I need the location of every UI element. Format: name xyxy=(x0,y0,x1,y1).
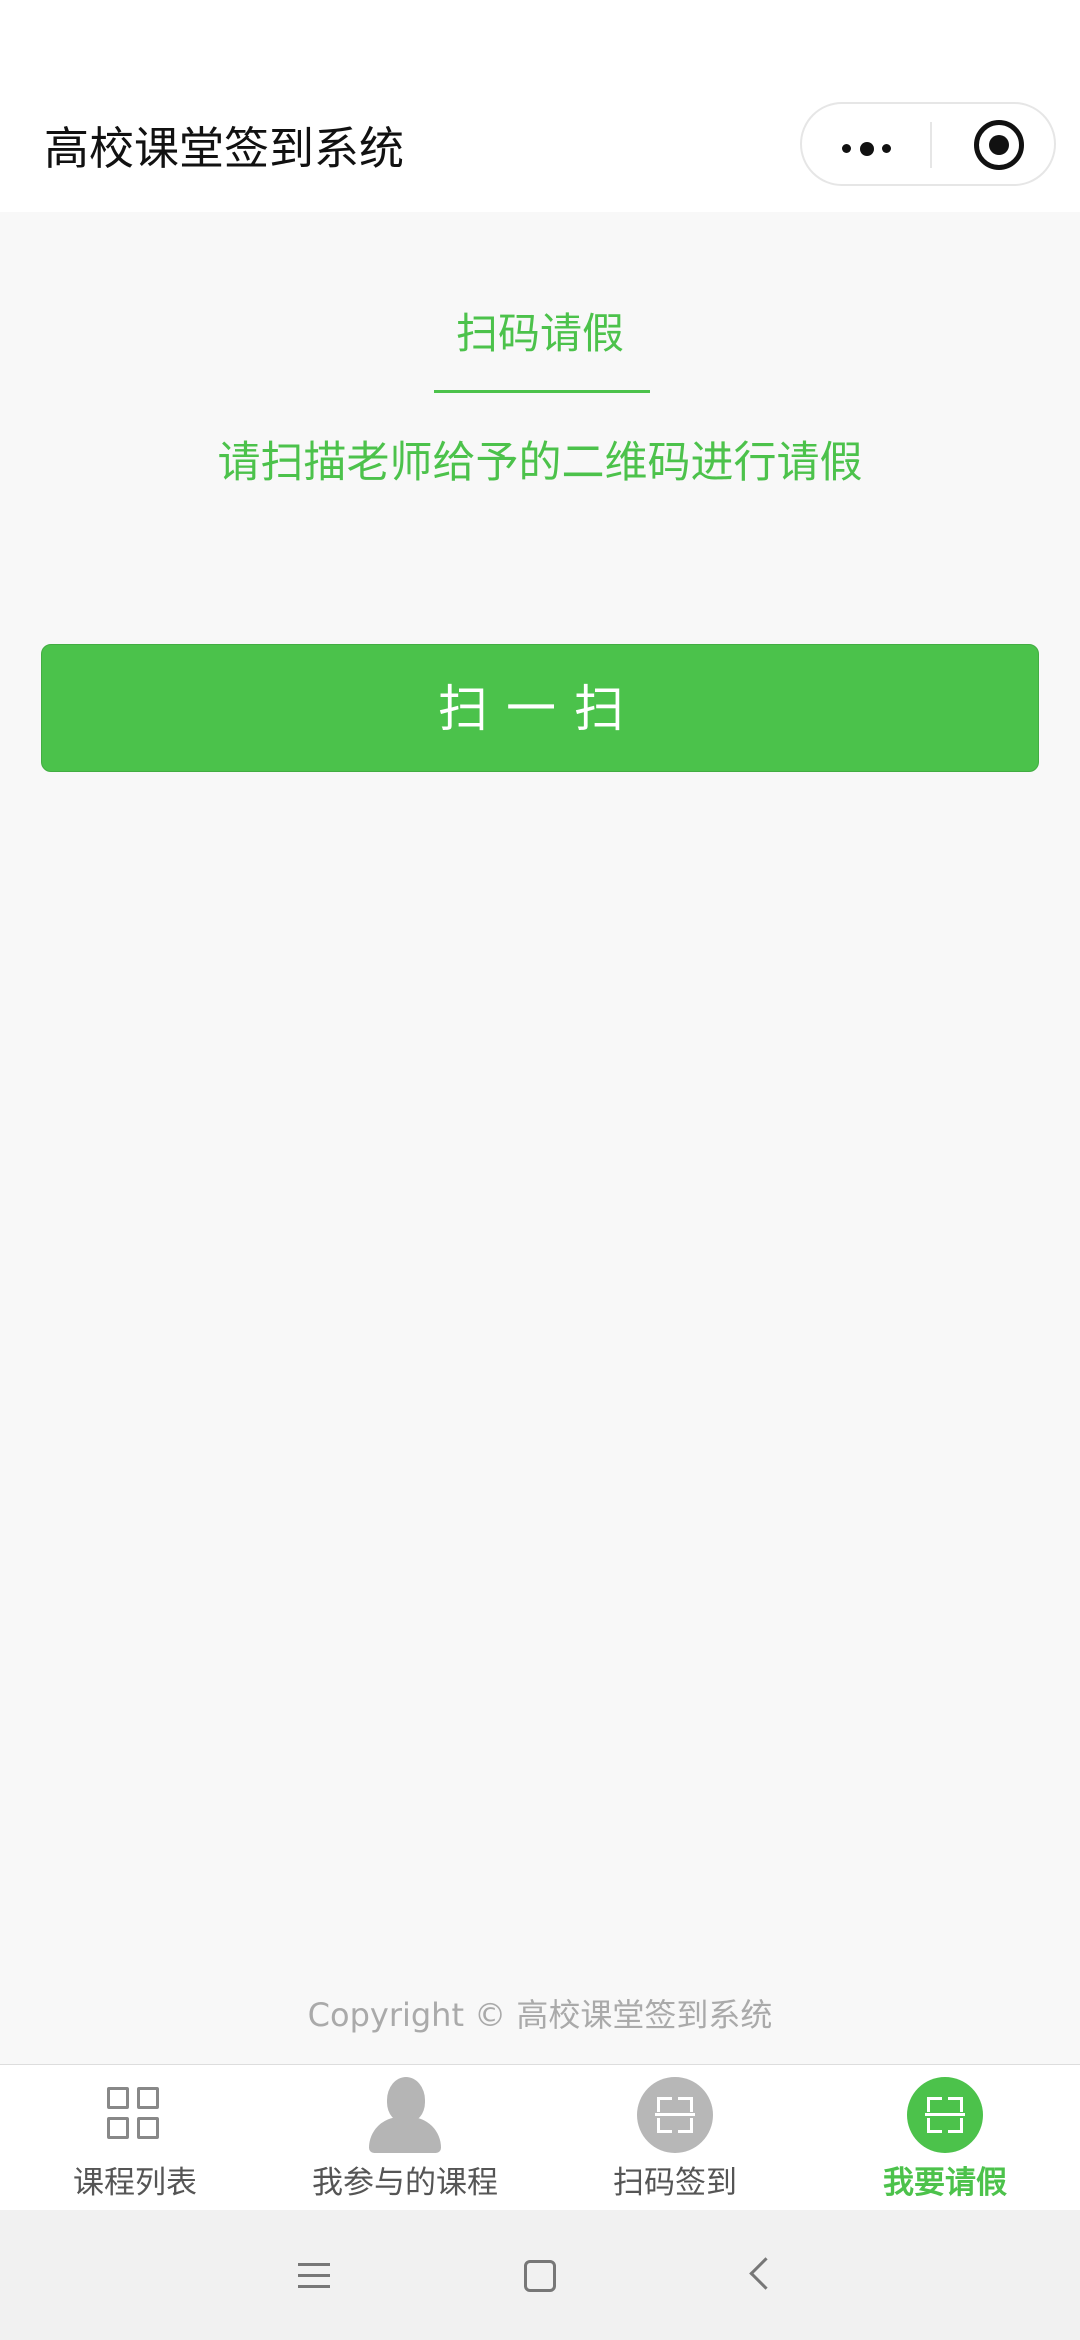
tab-label: 课程列表 xyxy=(73,2165,197,2201)
menu-icon xyxy=(298,2263,330,2289)
status-bar xyxy=(0,0,1080,100)
tab-label: 我参与的课程 xyxy=(312,2165,498,2201)
app-screen: 高校课堂签到系统 扫码请假 请扫描老师给予的二维码进行请假 扫一扫 Copyri… xyxy=(0,0,1080,2340)
tab-scan-check-in[interactable]: 扫码签到 xyxy=(540,2065,810,2211)
copyright-text: Copyright © 高校课堂签到系统 xyxy=(307,1996,773,2034)
title-underline xyxy=(434,390,650,393)
back-icon xyxy=(749,2257,782,2290)
home-button[interactable] xyxy=(480,2210,600,2340)
scan-icon xyxy=(637,2077,713,2153)
navigation-bar: 高校课堂签到系统 xyxy=(0,100,1080,212)
target-circle-icon[interactable] xyxy=(974,120,1024,170)
person-icon xyxy=(367,2077,443,2153)
leave-section-description: 请扫描老师给予的二维码进行请假 xyxy=(217,438,863,488)
grid-icon xyxy=(97,2077,173,2153)
tab-my-courses[interactable]: 我参与的课程 xyxy=(270,2065,540,2211)
back-button[interactable] xyxy=(704,2210,824,2340)
tab-label: 扫码签到 xyxy=(613,2165,737,2201)
scan-icon xyxy=(907,2077,983,2153)
more-dots-icon[interactable] xyxy=(842,142,896,156)
scan-button[interactable]: 扫一扫 xyxy=(41,644,1039,772)
tab-course-list[interactable]: 课程列表 xyxy=(0,2065,270,2211)
leave-section-title: 扫码请假 xyxy=(455,309,624,358)
system-navigation-bar xyxy=(0,2210,1080,2340)
mini-program-capsule xyxy=(800,102,1056,186)
menu-button[interactable] xyxy=(256,2210,376,2340)
page-title: 高校课堂签到系统 xyxy=(44,122,405,175)
tab-request-leave[interactable]: 我要请假 xyxy=(810,2065,1080,2211)
tab-bar: 课程列表 我参与的课程 扫码签到 我要请假 xyxy=(0,2064,1080,2210)
home-icon xyxy=(524,2260,556,2292)
tab-label: 我要请假 xyxy=(883,2165,1007,2201)
capsule-divider xyxy=(930,122,932,168)
